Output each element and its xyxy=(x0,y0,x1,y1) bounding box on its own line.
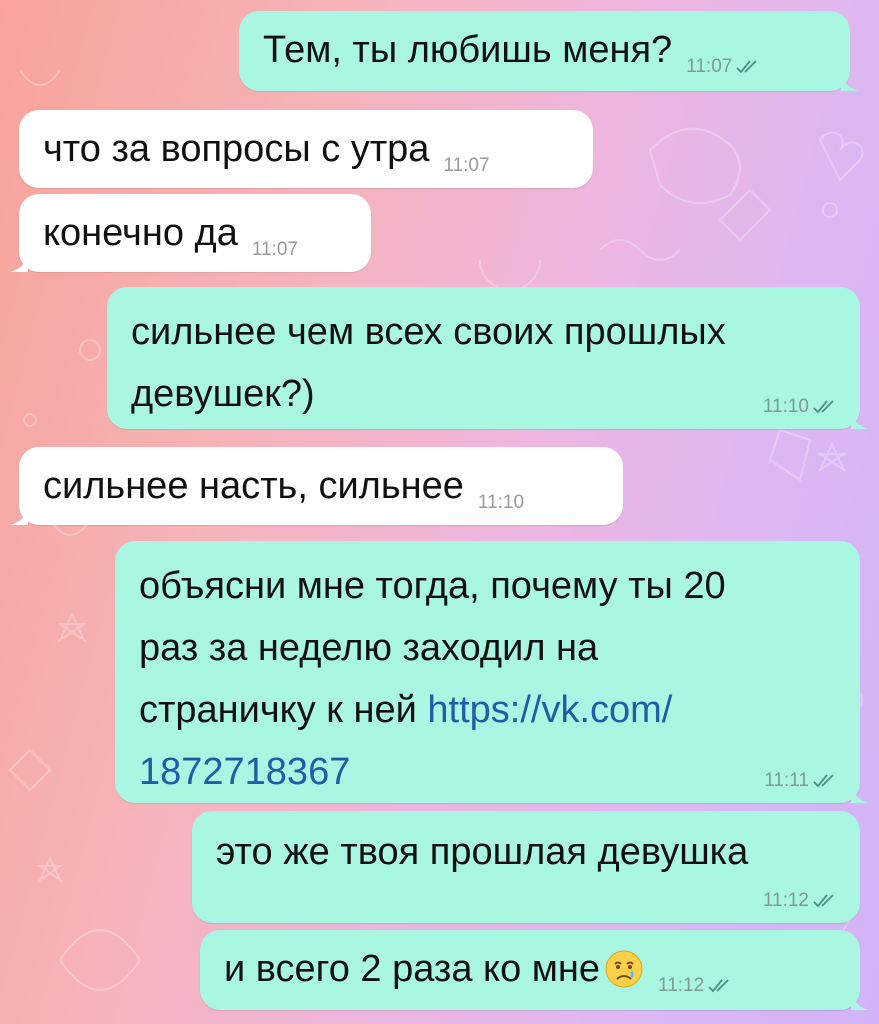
bubble-tail xyxy=(851,783,869,803)
message-text: сильнее чем всех своих прошлых девушек?) xyxy=(131,311,726,415)
read-double-check-icon xyxy=(813,774,834,788)
bubble-tail xyxy=(851,990,869,1010)
message-meta: 11:12 xyxy=(763,891,840,911)
message-time: 11:11 xyxy=(764,770,809,791)
bubble-tail xyxy=(10,505,28,525)
bubble-tail xyxy=(851,409,869,429)
bubble-tail xyxy=(10,252,28,272)
message-time: 11:07 xyxy=(443,155,490,176)
message-text: и всего 2 раза ко мне xyxy=(224,948,601,990)
message-bubble-outgoing[interactable]: объясни мне тогда, почему ты 20 раз за н… xyxy=(115,541,869,803)
message-meta: 11:11 xyxy=(764,771,840,791)
message-meta: 11:07 xyxy=(686,57,763,77)
message-meta: 11:07 xyxy=(443,156,489,176)
read-double-check-icon xyxy=(813,894,834,908)
message-bubble-incoming[interactable]: сильнее насть, сильнее 11:10 xyxy=(10,447,623,525)
message-text: сильнее насть, сильнее xyxy=(43,465,464,507)
message-time: 11:12 xyxy=(658,975,705,996)
bubble-tail xyxy=(841,71,859,91)
read-double-check-icon xyxy=(813,400,834,414)
message-text: это же твоя прошлая девушка xyxy=(216,831,749,873)
message-time: 11:10 xyxy=(762,396,809,417)
message-time: 11:07 xyxy=(251,239,298,260)
message-bubble-outgoing[interactable]: Тем, ты любишь меня? 11:07 xyxy=(239,11,859,91)
read-double-check-icon xyxy=(708,979,729,993)
message-bubble-outgoing[interactable]: это же твоя прошлая девушка 11:12 xyxy=(192,811,860,923)
message-time: 11:10 xyxy=(477,492,525,513)
message-meta: 11:07 xyxy=(252,240,298,260)
message-text: Тем, ты любишь меня? xyxy=(263,29,673,71)
crying-face-emoji xyxy=(605,950,643,988)
message-bubble-incoming[interactable]: что за вопросы с утра 11:07 xyxy=(19,110,593,188)
message-meta: 11:10 xyxy=(763,397,840,417)
message-time: 11:07 xyxy=(686,56,733,77)
message-text: что за вопросы с утра xyxy=(43,128,430,170)
message-text: конечно да xyxy=(43,212,238,254)
message-bubble-outgoing[interactable]: и всего 2 раза ко мне 11:12 xyxy=(200,930,869,1010)
read-double-check-icon xyxy=(736,60,757,74)
message-meta: 11:10 xyxy=(478,493,524,513)
message-bubble-incoming[interactable]: конечно да 11:07 xyxy=(10,194,371,272)
message-bubble-outgoing[interactable]: сильнее чем всех своих прошлых девушек?)… xyxy=(107,287,869,429)
message-time: 11:12 xyxy=(762,890,809,911)
message-meta: 11:12 xyxy=(658,976,735,996)
chat-background: Тем, ты любишь меня? 11:07 что за вопросы… xyxy=(0,0,879,1024)
